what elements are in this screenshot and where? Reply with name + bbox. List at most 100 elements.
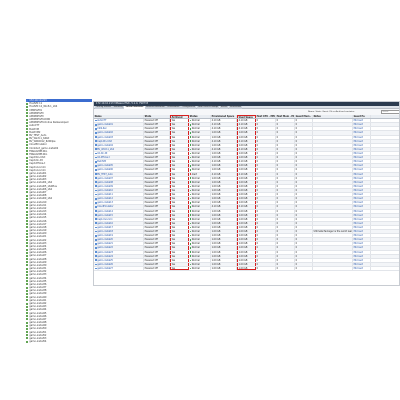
cell-archived: Yes [170, 131, 189, 135]
cell-text: 0 [276, 230, 278, 234]
cell-state: Powered Off [144, 230, 170, 234]
cell-name: gamo-instal06 [94, 168, 144, 172]
cell-hmem: 0 [276, 225, 295, 230]
cell-provisioned: 1.09 GB [211, 180, 237, 184]
cell-guest: Microsot [353, 188, 371, 193]
cell-text: 0 [276, 238, 278, 242]
cell-gmem: 0 [295, 234, 313, 238]
column-header[interactable]: Host Mem - MB [276, 114, 295, 119]
cell-text: 0 [276, 127, 278, 131]
cell-hmem: 0 [276, 230, 295, 234]
cell-name: gamo-instal23 [94, 250, 144, 254]
cell-notes [313, 250, 353, 254]
cell-used: 1.09 GB [237, 258, 256, 262]
filter-input[interactable]: Name [381, 110, 399, 114]
cell-text: AutoCTT [97, 119, 107, 123]
tree-node[interactable]: gamo-instal54 [26, 340, 92, 343]
cell-cpu: 0 [256, 234, 276, 238]
cell-gmem: 0 [295, 188, 313, 193]
cell-text: 0 [256, 267, 258, 271]
cell-provisioned: 1.09 GB [211, 234, 237, 238]
cell-text: gamo-instal02 [97, 131, 113, 135]
cell-gmem: 0 [295, 180, 313, 184]
cell-hmem: 0 [276, 143, 295, 147]
cell-text: Microsot [353, 151, 363, 155]
cell-text: Microsot [353, 209, 363, 213]
cell-text: Yes [171, 225, 176, 229]
cell-text: Yes [171, 184, 176, 188]
cell-hmem: 0 [276, 234, 295, 238]
cell-text: 4.10 GB [211, 160, 221, 164]
cell-text: 4.10 GB [211, 139, 221, 143]
cell-used: 4.10 GB [237, 160, 256, 164]
vm-icon [26, 258, 29, 261]
cell-text: CloudEmulator [97, 205, 114, 209]
vm-icon [26, 204, 29, 207]
cell-text: 0 [276, 147, 278, 151]
table-row[interactable]: gamo-instal27 Powered Off Yes Normal 1.09 GB… [94, 267, 399, 272]
cell-text: 0 [295, 209, 297, 213]
cell-text: Normal [191, 201, 200, 205]
cell-state: Powered Off [144, 262, 170, 267]
cell-used: 1.09 GB [237, 188, 256, 193]
column-header[interactable]: Provisioned Space [211, 114, 237, 119]
column-header[interactable]: Used Space [237, 114, 256, 119]
vm-icon [26, 109, 29, 112]
cell-text: 4.10 GB [211, 172, 221, 176]
cell-status: Normal [189, 151, 211, 156]
column-header[interactable]: Guest Pa [353, 114, 371, 119]
cell-hmem: 0 [276, 188, 295, 193]
cell-guest: Microsot [353, 254, 371, 258]
cell-status: Normal [189, 213, 211, 217]
cell-hmem: 0 [276, 209, 295, 213]
cell-cpu: 0 [256, 160, 276, 164]
cell-text: Normal [191, 234, 200, 238]
cell-status: Normal [189, 193, 211, 197]
column-header[interactable]: Status [189, 114, 211, 119]
column-header[interactable]: Notes [313, 114, 353, 119]
column-header[interactable]: Host CPU - MHz [256, 114, 276, 119]
cell-text: gamo-instal04 [97, 143, 113, 147]
inventory-tree[interactable]: 172.19.10.213 HostVM 11 HostVM 12_Win8.1_x… [26, 99, 92, 347]
cell-gmem: 0 [295, 176, 313, 180]
cell-text: Powered Off [144, 258, 158, 262]
cell-status: Normal [189, 139, 211, 143]
cell-text: 0 [276, 184, 278, 188]
vm-icon [26, 112, 29, 115]
cell-text: 0 [295, 172, 297, 176]
column-header[interactable]: State [144, 114, 170, 119]
cell-text: gamo-instal22 [97, 246, 113, 250]
cell-state: Powered Off [144, 119, 170, 123]
cell-hmem: 0 [276, 250, 295, 254]
cell-text: Microsot [353, 217, 363, 221]
cell-text: Microsot [353, 250, 363, 254]
cell-text: Normal [191, 230, 200, 234]
cell-text: gamo-instal25 [97, 258, 113, 262]
cell-text: 0 [276, 246, 278, 250]
cell-text: Normal [191, 135, 200, 139]
cell-text: 0 [256, 234, 258, 238]
cell-archived: Yes [170, 127, 189, 131]
cell-gmem: 0 [295, 250, 313, 254]
cell-used: 1.09 GB [237, 234, 256, 238]
cell-archived: Yes [170, 242, 189, 246]
column-header[interactable]: Guest Mem - % [295, 114, 313, 119]
column-header[interactable]: Archived [170, 114, 189, 119]
cell-guest: Microsot [353, 221, 371, 225]
cell-status: Normal [189, 188, 211, 193]
cell-text: 4.10 GB [211, 147, 221, 151]
cell-text: 0 [276, 254, 278, 258]
cell-text: gamo-instal14 [97, 209, 113, 213]
cell-text: Normal [191, 193, 200, 197]
cell-text: Normal [191, 213, 200, 217]
column-header[interactable]: Name [94, 114, 144, 119]
cell-text: 0 [295, 168, 297, 172]
vm-icon [26, 235, 29, 238]
cell-text: 0 [256, 123, 258, 127]
cell-text: gamo-instal15 [97, 213, 113, 217]
cell-text: Powered Off [144, 188, 158, 192]
cell-notes [313, 123, 353, 127]
cell-text: Normal [191, 225, 200, 229]
cell-state: Powered Off [144, 172, 170, 176]
cell-name: gamo-instal01 [94, 123, 144, 127]
